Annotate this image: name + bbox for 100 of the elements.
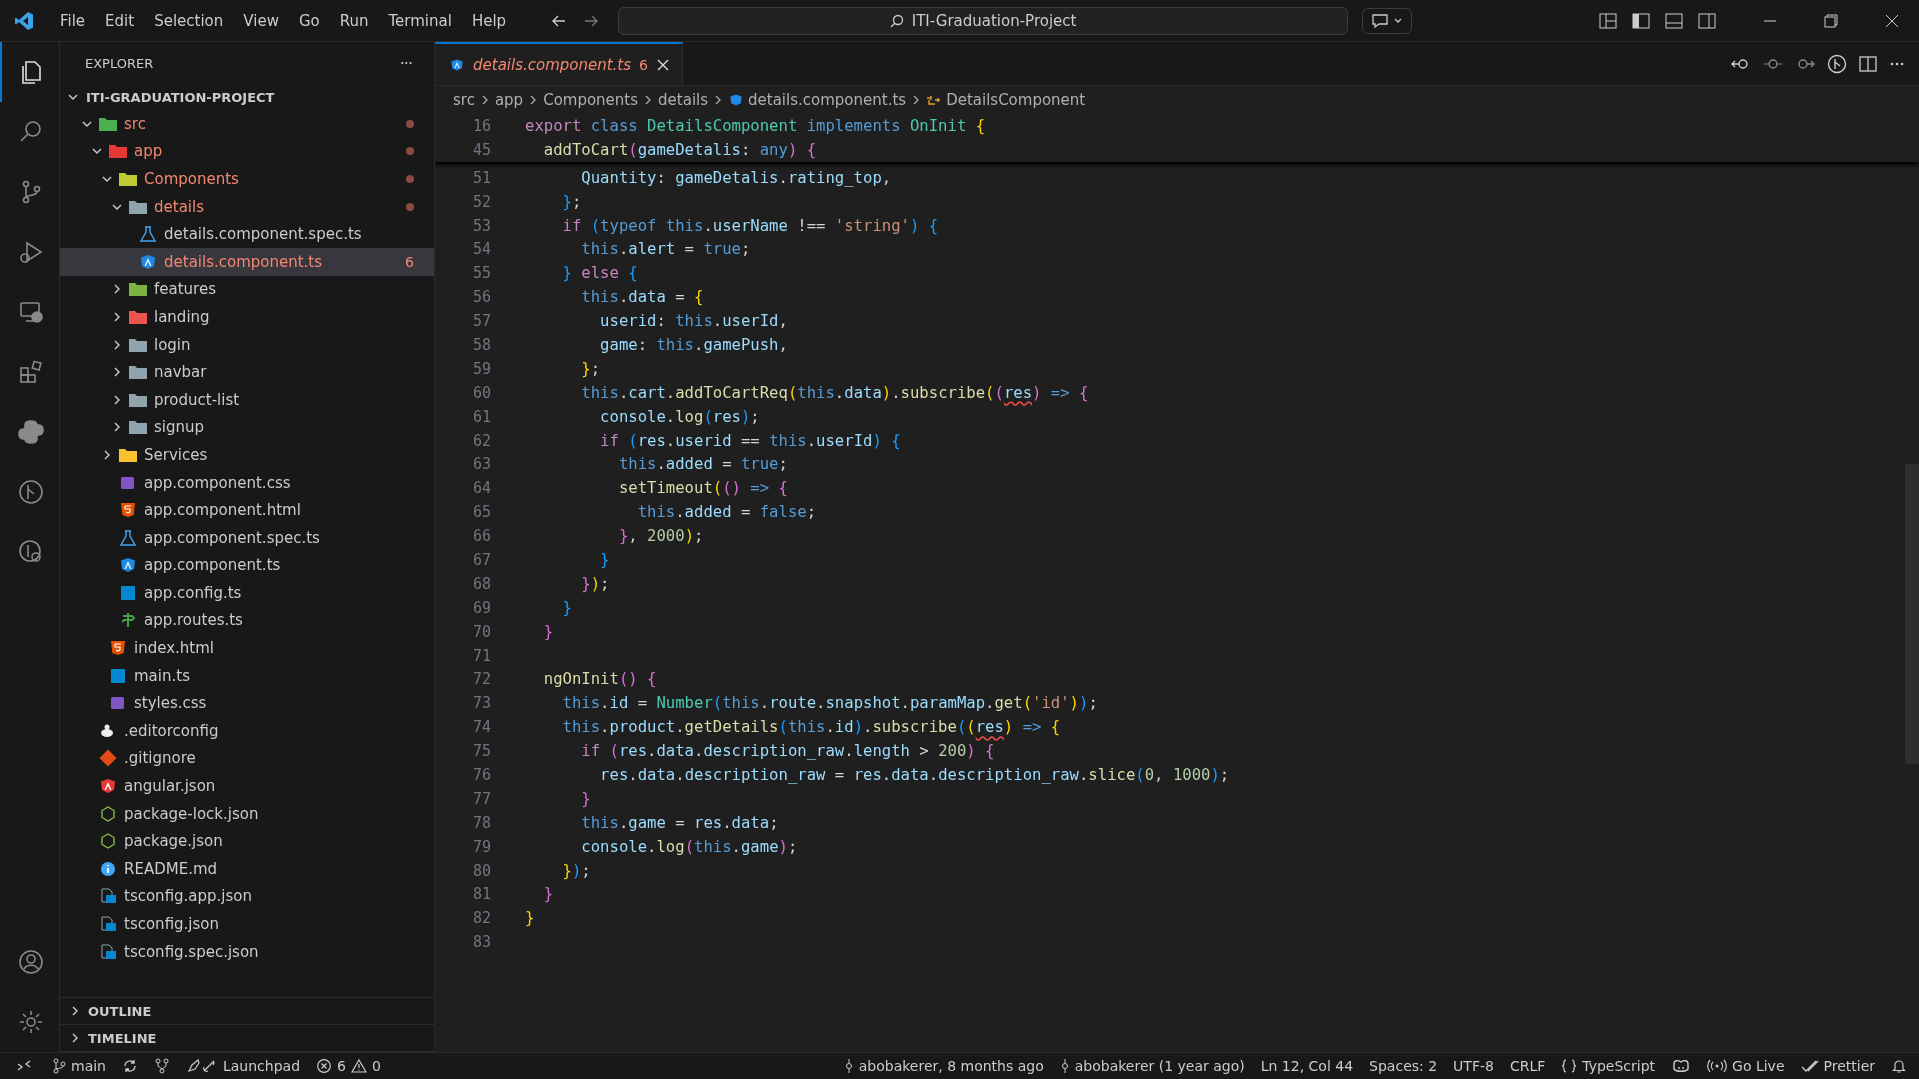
file-name: app.component.css <box>144 473 291 492</box>
file-tree-item[interactable]: src <box>60 110 434 138</box>
command-center-search[interactable]: ITI-Graduation-Project <box>618 6 1349 35</box>
file-tree-item[interactable]: .gitignore <box>60 744 434 773</box>
file-tree-item[interactable]: landing <box>60 303 434 331</box>
file-tree-item[interactable]: details.component.spec.ts <box>60 220 434 248</box>
file-name: tsconfig.app.json <box>124 887 253 906</box>
html-file-icon <box>118 502 138 519</box>
secondary-sidebar-icon[interactable] <box>1698 12 1716 29</box>
branch-button[interactable]: main <box>52 1058 106 1074</box>
commit-icon <box>1059 1058 1070 1074</box>
breadcrumb-item[interactable]: Components <box>543 91 639 109</box>
line-number: 16 <box>471 116 491 135</box>
file-tree-item[interactable]: index.html <box>60 634 434 662</box>
file-tree-item[interactable]: app.routes.ts <box>60 606 434 635</box>
git-graph-icon[interactable] <box>154 1058 170 1074</box>
menu-item[interactable]: Edit <box>95 11 145 30</box>
status-item[interactable]: Spaces: 2 <box>1369 1058 1438 1074</box>
line-number: 76 <box>471 766 491 784</box>
code-line: } <box>542 885 554 904</box>
copilot-icon[interactable] <box>1671 1058 1692 1074</box>
breadcrumb-item[interactable]: details <box>658 91 709 109</box>
file-tree-item[interactable]: product-list <box>60 385 434 414</box>
git-blame-item[interactable]: abobakerer, 8 months ago <box>843 1058 1044 1074</box>
prettier-button[interactable]: Prettier <box>1800 1058 1875 1074</box>
file-tree-item[interactable]: Components <box>60 165 434 193</box>
code-line: this.product.getDetails(this.id).subscribe((res) => { <box>561 718 1061 737</box>
file-tree-item[interactable]: tsconfig.json <box>60 910 434 938</box>
project-root-header[interactable]: ITI-GRADUATION-PROJECT <box>60 84 434 110</box>
angular-file-icon <box>728 92 745 108</box>
file-tree-item[interactable]: README.md <box>60 855 434 883</box>
file-tree-item[interactable]: tsconfig.spec.json <box>60 937 434 966</box>
file-tree-item[interactable]: app.component.ts <box>60 551 434 580</box>
split-editor-icon[interactable] <box>1859 55 1877 72</box>
file-tree-item[interactable]: login <box>60 330 434 359</box>
menu-item[interactable]: Selection <box>144 11 234 30</box>
file-name: main.ts <box>134 666 190 685</box>
menu-item[interactable]: Terminal <box>378 11 462 30</box>
file-tree-item[interactable]: tsconfig.app.json <box>60 882 434 911</box>
menu-item[interactable]: File <box>50 11 96 30</box>
close-icon[interactable] <box>656 57 670 72</box>
collapsed-section-header[interactable]: OUTLINE <box>60 998 434 1025</box>
file-tree-item[interactable]: details <box>60 192 434 221</box>
file-tree-item[interactable]: details.component.ts 6 <box>60 247 434 276</box>
file-tree-item[interactable]: package.json <box>60 827 434 856</box>
sync-icon[interactable] <box>122 1058 138 1074</box>
file-tree-item[interactable]: navbar <box>60 358 434 386</box>
file-tree-item[interactable]: angular.json <box>60 772 434 800</box>
menu-item[interactable]: Help <box>461 11 517 30</box>
line-number: 77 <box>471 789 491 808</box>
restore-icon[interactable] <box>1824 13 1838 28</box>
menu-item[interactable]: View <box>233 11 289 30</box>
language-mode-button[interactable]: TypeScript <box>1561 1058 1656 1074</box>
breadcrumb-item[interactable]: src <box>453 91 475 109</box>
status-item[interactable]: CRLF <box>1509 1058 1546 1074</box>
file-name: src <box>124 114 146 133</box>
file-tree-item[interactable]: app.component.html <box>60 496 434 524</box>
sidebar-toggle-icon[interactable] <box>1632 12 1650 29</box>
status-item[interactable]: UTF-8 <box>1453 1058 1494 1074</box>
file-tree-item[interactable]: main.ts <box>60 661 434 690</box>
menu-item[interactable]: Run <box>329 11 379 30</box>
file-tree-item[interactable]: app.component.spec.ts <box>60 523 434 552</box>
panel-toggle-icon[interactable] <box>1665 12 1683 29</box>
code-line: setTimeout(() => { <box>617 479 788 498</box>
status-item[interactable]: Ln 12, Col 44 <box>1260 1058 1354 1074</box>
code-line: } <box>542 622 554 641</box>
editor-tab[interactable]: details.component.ts 6 <box>435 42 683 85</box>
file-tree-item[interactable]: package-lock.json <box>60 799 434 828</box>
file-tree-item[interactable]: app.config.ts <box>60 579 434 607</box>
info-file-icon <box>98 860 118 877</box>
layout-icon[interactable] <box>1599 12 1617 29</box>
menu-item[interactable]: Go <box>288 11 330 30</box>
breadcrumb-item[interactable]: app <box>494 91 524 109</box>
line-number: 79 <box>471 837 491 856</box>
file-tree-item[interactable]: .editorconfig <box>60 717 434 745</box>
go-live-button[interactable]: Go Live <box>1707 1058 1785 1074</box>
line-number: 81 <box>471 885 491 904</box>
file-name: product-list <box>154 390 240 409</box>
file-tree-item[interactable]: signup <box>60 413 434 442</box>
file-name: app.component.ts <box>144 556 281 575</box>
line-number: 72 <box>471 670 491 689</box>
git-blame-item[interactable]: abobakerer (1 year ago) <box>1059 1058 1245 1074</box>
line-number: 68 <box>471 574 491 593</box>
more-actions-button[interactable]: ··· <box>399 53 412 73</box>
file-tree-item[interactable]: features <box>60 275 434 304</box>
warning-icon <box>350 1058 367 1074</box>
file-tree-item[interactable]: app <box>60 137 434 166</box>
launchpad-button[interactable]: Launchpad <box>186 1058 301 1074</box>
file-tree-item[interactable]: styles.css <box>60 689 434 718</box>
file-name: angular.json <box>124 777 216 796</box>
breadcrumb-item[interactable]: details.component.ts <box>748 91 907 109</box>
file-tree-item[interactable]: Services <box>60 441 434 469</box>
file-tree-item[interactable]: app.component.css <box>60 468 434 497</box>
code-line: if (res.userid == this.userId) { <box>599 431 901 450</box>
close-icon[interactable] <box>1885 13 1899 28</box>
notifications-icon[interactable] <box>1891 1058 1907 1074</box>
chat-button[interactable] <box>1362 7 1413 34</box>
file-name: tsconfig.spec.json <box>124 942 259 961</box>
problems-button[interactable]: 6 0 <box>316 1058 381 1074</box>
breadcrumb-item[interactable]: DetailsComponent <box>946 91 1086 109</box>
